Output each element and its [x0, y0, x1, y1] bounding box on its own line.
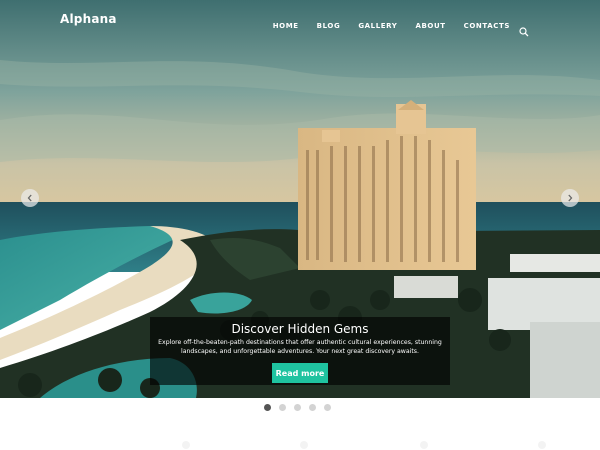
slide-title: Discover Hidden Gems [231, 322, 369, 336]
hero-slider: Alphana HOME BLOG GALLERY ABOUT CONTACTS… [0, 0, 600, 398]
slider-dot-1[interactable] [264, 404, 271, 411]
search-icon[interactable] [519, 22, 529, 37]
main-nav: HOME BLOG GALLERY ABOUT CONTACTS [273, 22, 510, 30]
decorative-shape [538, 441, 546, 449]
slide-description: Explore off-the-beaten-path destinations… [158, 339, 442, 355]
nav-home[interactable]: HOME [273, 22, 299, 30]
slider-dot-3[interactable] [294, 404, 301, 411]
decorative-shape [300, 441, 308, 449]
chevron-right-icon [568, 194, 573, 202]
prev-slide-button[interactable] [21, 189, 39, 207]
next-slide-button[interactable] [561, 189, 579, 207]
slider-dot-2[interactable] [279, 404, 286, 411]
read-more-button[interactable]: Read more [272, 363, 328, 383]
slider-dot-4[interactable] [309, 404, 316, 411]
slider-pagination [264, 404, 339, 411]
nav-gallery[interactable]: GALLERY [358, 22, 397, 30]
nav-blog[interactable]: BLOG [317, 22, 341, 30]
decorative-shape [182, 441, 190, 449]
header: Alphana HOME BLOG GALLERY ABOUT CONTACTS [0, 0, 600, 46]
site-logo[interactable]: Alphana [60, 12, 117, 26]
nav-contacts[interactable]: CONTACTS [464, 22, 510, 30]
chevron-left-icon [27, 194, 32, 202]
decorative-shape [420, 441, 428, 449]
nav-about[interactable]: ABOUT [415, 22, 445, 30]
slider-dot-5[interactable] [324, 404, 331, 411]
slide-caption: Discover Hidden Gems Explore off-the-bea… [150, 317, 450, 385]
